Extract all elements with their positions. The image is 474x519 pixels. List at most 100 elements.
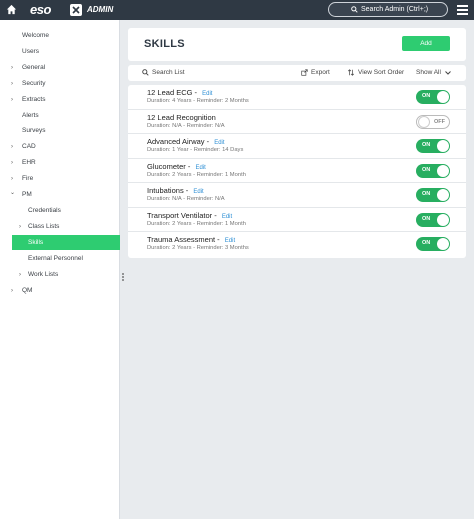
sidebar-item-surveys[interactable]: Surveys <box>0 123 120 138</box>
sidebar-item-label: PM <box>22 191 32 198</box>
hamburger-menu-icon[interactable] <box>457 5 468 15</box>
list-item[interactable]: 12 Lead ECG - Edit Duration: 4 Years - R… <box>128 85 466 110</box>
show-filter-dropdown[interactable]: Show All <box>416 69 451 76</box>
chevron-right-icon: › <box>11 287 13 294</box>
sidebar-item-fire[interactable]: › Fire <box>0 171 120 186</box>
sidebar-item-label: Fire <box>22 175 34 182</box>
chevron-right-icon: › <box>11 64 13 71</box>
list-item[interactable]: Intubations - Edit Duration: N/A - Remin… <box>128 183 466 208</box>
skill-name: Advanced Airway <box>147 137 205 146</box>
list-item[interactable]: Transport Ventilator - Edit Duration: 2 … <box>128 208 466 232</box>
sidebar-item-security[interactable]: › Security <box>0 76 120 91</box>
sidebar-item-label: QM <box>22 287 33 294</box>
skill-details: Duration: 2 Years - Reminder: 3 Months <box>147 245 249 251</box>
skill-title: 12 Lead Recognition <box>147 113 216 122</box>
sidebar-item-label: General <box>22 64 46 71</box>
sidebar-item-label: Security <box>22 80 46 87</box>
search-list-label: Search List <box>152 69 185 76</box>
active-toggle[interactable]: ON <box>416 237 450 251</box>
skill-title: Trauma Assessment - Edit <box>147 235 236 244</box>
toggle-knob <box>437 238 449 250</box>
active-toggle[interactable]: ON <box>416 188 450 202</box>
edit-link[interactable]: Edit <box>225 238 235 244</box>
sidebar-item-label: Welcome <box>22 32 49 39</box>
sidebar-item-pm[interactable]: ⌄ PM <box>0 187 120 202</box>
page-header: SKILLS Add <box>128 28 466 61</box>
sidebar-item-welcome[interactable]: Welcome <box>0 28 120 43</box>
list-item[interactable]: Trauma Assessment - Edit Duration: 2 Yea… <box>128 232 466 257</box>
skill-details: Duration: N/A - Reminder: N/A <box>147 196 225 202</box>
sidebar-item-credentials[interactable]: Credentials <box>0 203 120 218</box>
sidebar-item-work-lists[interactable]: › Work Lists <box>0 267 120 282</box>
export-button[interactable]: Export <box>301 69 330 76</box>
admin-tools-icon <box>70 4 82 16</box>
toggle-knob <box>437 91 449 103</box>
home-icon[interactable] <box>6 4 17 15</box>
top-navigation-bar: eso ADMIN Search Admin (Ctrl+;) <box>0 0 474 20</box>
toggle-knob <box>437 213 449 226</box>
skill-title: Glucometer - Edit <box>147 161 206 171</box>
sidebar-item-label: Alerts <box>22 112 39 119</box>
skill-title: Transport Ventilator - Edit <box>147 210 233 220</box>
active-toggle[interactable]: ON <box>416 139 450 153</box>
admin-search-button[interactable]: Search Admin (Ctrl+;) <box>328 2 448 17</box>
toggle-label: ON <box>422 166 431 173</box>
list-item[interactable]: 12 Lead Recognition Duration: N/A - Remi… <box>128 110 466 134</box>
list-toolbar: Search List Export View Sort Order Show … <box>128 65 466 81</box>
edit-link[interactable]: Edit <box>195 165 205 171</box>
sidebar-item-extracts[interactable]: › Extracts <box>0 92 120 107</box>
edit-link[interactable]: Edit <box>214 140 224 146</box>
sidebar-item-label: External Personnel <box>28 255 83 262</box>
sidebar-item-ehr[interactable]: › EHR <box>0 155 120 170</box>
sidebar-item-qm[interactable]: › QM <box>0 283 120 298</box>
active-toggle[interactable]: OFF <box>416 114 450 129</box>
list-item[interactable]: Advanced Airway - Edit Duration: 1 Year … <box>128 134 466 159</box>
sidebar-item-users[interactable]: Users <box>0 44 120 59</box>
skill-details: Duration: 1 Year - Reminder: 14 Days <box>147 147 244 153</box>
page-title: SKILLS <box>144 38 185 50</box>
toggle-label: ON <box>422 93 431 99</box>
add-button[interactable]: Add <box>402 36 450 51</box>
sidebar-item-general[interactable]: › General <box>0 60 120 75</box>
toggle-knob <box>437 164 449 177</box>
sidebar-item-label: Class Lists <box>28 223 60 230</box>
eso-logo[interactable]: eso <box>30 2 51 17</box>
export-label: Export <box>311 69 330 76</box>
sidebar-item-class-lists[interactable]: › Class Lists <box>0 219 120 234</box>
list-item[interactable]: Glucometer - Edit Duration: 2 Years - Re… <box>128 159 466 183</box>
skill-details: Duration: 2 Years - Reminder: 1 Month <box>147 220 246 227</box>
skill-title: Intubations - Edit <box>147 186 204 195</box>
skills-list: 12 Lead ECG - Edit Duration: 4 Years - R… <box>128 85 466 258</box>
chevron-right-icon: › <box>19 223 21 230</box>
chevron-right-icon: › <box>11 175 13 182</box>
chevron-right-icon: › <box>11 143 13 150</box>
show-filter-label: Show All <box>416 69 441 76</box>
skill-details: Duration: 4 Years - Reminder: 2 Months <box>147 98 249 104</box>
search-list-input[interactable]: Search List <box>142 69 185 76</box>
skill-details: Duration: 2 Years - Reminder: 1 Month <box>147 171 246 178</box>
sidebar-item-label: Surveys <box>22 127 46 134</box>
sort-label: View Sort Order <box>358 69 405 76</box>
sidebar-item-label: Users <box>22 48 39 55</box>
sidebar-item-label: Skills <box>28 239 44 246</box>
edit-link[interactable]: Edit <box>193 189 203 195</box>
sidebar-item-label: Credentials <box>28 207 61 214</box>
sidebar-item-cad[interactable]: › CAD <box>0 139 120 154</box>
active-toggle[interactable]: ON <box>416 212 450 227</box>
sidebar-resize-handle[interactable] <box>122 273 124 283</box>
skill-details: Duration: N/A - Reminder: N/A <box>147 122 225 129</box>
sidebar-item-alerts[interactable]: Alerts <box>0 108 120 123</box>
chevron-down-icon <box>445 70 451 75</box>
sidebar-item-label: CAD <box>22 143 36 150</box>
skill-name: Glucometer <box>147 161 186 171</box>
sidebar-item-external-personnel[interactable]: External Personnel <box>0 251 120 266</box>
view-sort-order-button[interactable]: View Sort Order <box>347 69 404 76</box>
edit-link[interactable]: Edit <box>202 91 212 97</box>
active-toggle[interactable]: ON <box>416 90 450 104</box>
sidebar-item-skills[interactable]: Skills <box>12 235 120 250</box>
toggle-label: ON <box>422 240 431 246</box>
active-toggle[interactable]: ON <box>416 163 450 178</box>
chevron-right-icon: › <box>11 159 13 166</box>
edit-link[interactable]: Edit <box>222 214 232 220</box>
skill-name: Transport Ventilator <box>147 210 213 220</box>
